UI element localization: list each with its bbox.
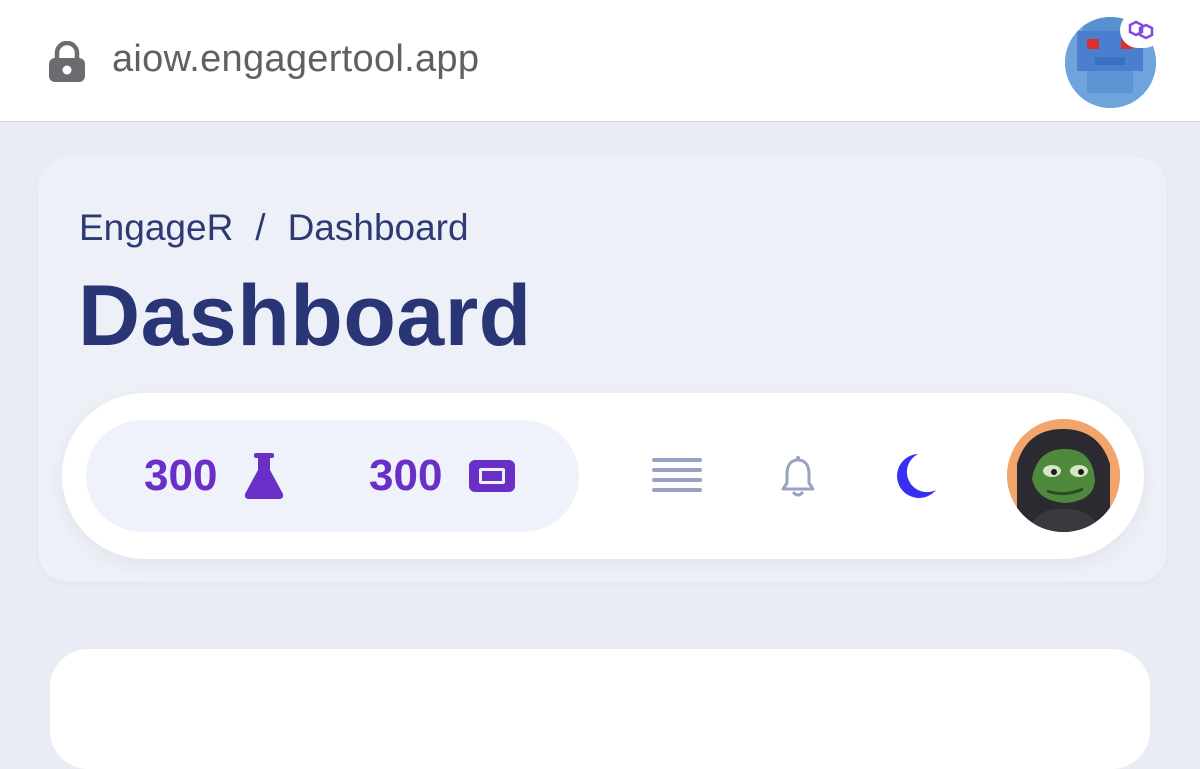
- breadcrumb: EngageR / Dashboard: [79, 207, 469, 249]
- browser-bar: aiow.engagertool.app: [0, 0, 1200, 122]
- top-navbar: 300 300: [62, 393, 1144, 559]
- breadcrumb-current: Dashboard: [287, 207, 469, 248]
- url-text[interactable]: aiow.engagertool.app: [112, 38, 479, 81]
- page-title: Dashboard: [78, 268, 532, 364]
- user-avatar[interactable]: [1007, 419, 1120, 532]
- ticket-balance-value: 300: [369, 451, 443, 500]
- flask-balance[interactable]: 300: [144, 420, 285, 532]
- polygon-icon: [1128, 20, 1154, 40]
- profile-picture-icon: [1007, 419, 1120, 532]
- flask-balance-value: 300: [144, 451, 218, 500]
- ticket-icon: [469, 460, 516, 492]
- balances-pill: 300 300: [86, 420, 579, 532]
- ticket-balance[interactable]: 300: [369, 420, 516, 532]
- menu-icon[interactable]: [652, 457, 702, 495]
- lock-icon: [49, 41, 85, 82]
- header-card: EngageR / Dashboard Dashboard 300 300: [38, 157, 1167, 582]
- page: EngageR / Dashboard Dashboard 300 300: [0, 122, 1200, 769]
- breadcrumb-separator: /: [255, 207, 266, 248]
- content-card: [50, 649, 1150, 769]
- breadcrumb-root[interactable]: EngageR: [79, 207, 233, 249]
- flask-icon: [245, 453, 284, 499]
- moon-icon[interactable]: [891, 452, 937, 500]
- bell-icon[interactable]: [780, 456, 816, 498]
- chain-badge: [1120, 12, 1162, 48]
